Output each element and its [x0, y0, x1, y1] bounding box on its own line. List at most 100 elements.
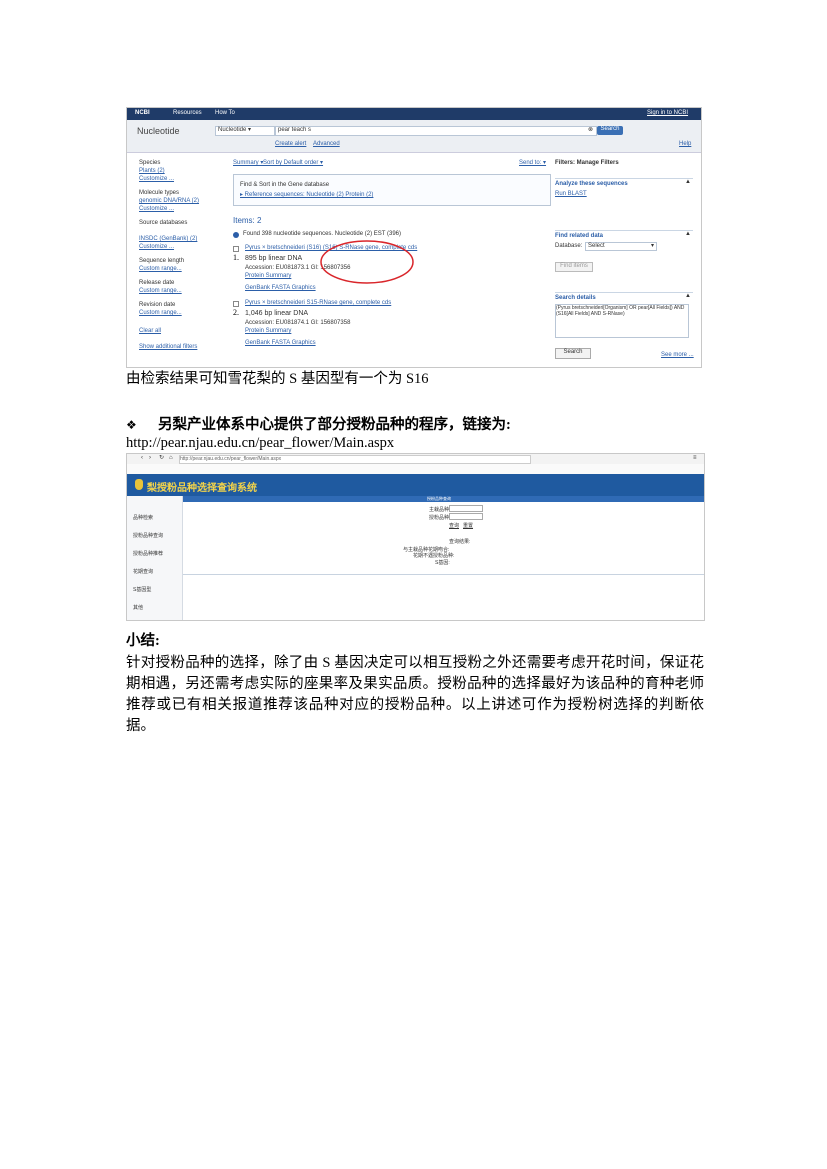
- nav-item-1[interactable]: 品种检索: [133, 514, 153, 521]
- genomic-filter[interactable]: genomic DNA/RNA (2): [139, 198, 199, 205]
- revision-date-heading: Revision date: [139, 302, 176, 308]
- ncbi-top-bar: NCBI Resources How To Sign in to NCBI: [127, 108, 701, 120]
- items-count: Items: 2: [233, 216, 262, 225]
- search-input-value: pear teach s: [278, 127, 312, 133]
- analyze-toggle-icon[interactable]: ▲: [685, 179, 691, 186]
- home-icon[interactable]: ⌂: [169, 455, 173, 462]
- seq-length-heading: Sequence length: [139, 258, 185, 264]
- sort-menu[interactable]: Sort by Default order ▾: [263, 160, 323, 167]
- create-alert-link[interactable]: Create alert: [275, 141, 306, 148]
- custom-range-length[interactable]: Custom range...: [139, 266, 182, 273]
- result2-checkbox[interactable]: [233, 301, 239, 307]
- database-select[interactable]: Select ▾: [585, 242, 657, 251]
- signin-link[interactable]: Sign in to NCBI: [647, 110, 688, 117]
- gene-box: Find & Sort in the Gene database ▸ Refer…: [233, 174, 551, 206]
- search-button-label: Search: [600, 126, 620, 132]
- query-button[interactable]: 查询: [449, 522, 459, 529]
- site-banner: 梨授粉品种选择查询系统: [127, 474, 704, 496]
- search-details-toggle-icon[interactable]: ▲: [685, 293, 691, 300]
- result2-links[interactable]: GenBank FASTA Graphics: [245, 340, 316, 347]
- db-select[interactable]: Nucleotide ▾: [215, 126, 275, 136]
- pear-url-link[interactable]: http://pear.njau.edu.cn/pear_flower/Main…: [126, 433, 394, 454]
- customize-species[interactable]: Customize ...: [139, 176, 174, 183]
- pear-logo-icon: [135, 479, 143, 490]
- custom-range-revision[interactable]: Custom range...: [139, 310, 182, 317]
- resources-menu[interactable]: Resources: [173, 110, 202, 117]
- filters-heading[interactable]: Filters: Manage Filters: [555, 160, 619, 167]
- content-divider: [183, 574, 704, 575]
- site-title: 梨授粉品种选择查询系统: [147, 483, 257, 494]
- result-label: 查询结果:: [449, 539, 471, 545]
- ncbi-logo[interactable]: NCBI: [135, 110, 150, 117]
- result1-links2[interactable]: Protein Summary: [245, 273, 291, 280]
- address-bar[interactable]: http://pear.njau.edu.cn/pear_flower/Main…: [179, 455, 531, 464]
- result2-title[interactable]: Pyrus × bretschneideri S15-RNase gene, c…: [245, 300, 391, 307]
- find-items-button[interactable]: Find items: [555, 262, 593, 272]
- see-more-link[interactable]: See more ...: [661, 352, 694, 359]
- diamond-bullet-icon: ❖: [126, 418, 137, 432]
- database-label: Database:: [555, 243, 583, 249]
- search-details-heading: Search details: [555, 292, 693, 302]
- release-date-heading: Release date: [139, 280, 175, 286]
- result2-length: 1,046 bp linear DNA: [245, 310, 309, 317]
- info-icon: [233, 232, 239, 238]
- database-select-label: Select: [588, 243, 605, 249]
- moltypes-heading: Molecule types: [139, 190, 180, 196]
- menu-icon[interactable]: ≡: [693, 455, 697, 462]
- species-heading: Species: [139, 160, 161, 166]
- gene-sub[interactable]: ▸ Reference sequences: Nucleotide (2) Pr…: [240, 192, 373, 199]
- field1-select[interactable]: [449, 505, 483, 512]
- customize-moltypes[interactable]: Customize ...: [139, 206, 174, 213]
- summary-text: 针对授粉品种的选择，除了由 S 基因决定可以相互授粉之外还需要考虑开花时间，保证…: [126, 655, 704, 734]
- result1-links[interactable]: GenBank FASTA Graphics: [245, 285, 316, 292]
- found-line: Found 398 nucleotide sequences. Nucleoti…: [243, 231, 401, 237]
- field2-select[interactable]: [449, 513, 483, 520]
- help-link[interactable]: Help: [679, 141, 691, 148]
- find-related-heading: Find related data: [555, 230, 693, 240]
- results-area: Summary ▾ Sort by Default order ▾ Send t…: [233, 160, 551, 360]
- refresh-icon[interactable]: ↻: [159, 455, 164, 462]
- advanced-link[interactable]: Advanced: [313, 141, 340, 148]
- search-area: Nucleotide Nucleotide ▾ pear teach s ⊗ Se…: [127, 120, 701, 153]
- find-related-toggle-icon[interactable]: ▲: [685, 231, 691, 238]
- nav-item-3[interactable]: 授粉品种推荐: [133, 550, 163, 557]
- reset-button[interactable]: 重置: [463, 522, 473, 529]
- field1-label: 主栽品种:: [429, 507, 451, 513]
- show-filters-link[interactable]: Show additional filters: [139, 344, 197, 351]
- result-line-3: S基因:: [435, 560, 450, 566]
- clear-icon[interactable]: ⊗: [588, 127, 593, 134]
- address-bar-value: http://pear.njau.edu.cn/pear_flower/Main…: [180, 456, 282, 462]
- howto-menu[interactable]: How To: [215, 110, 235, 117]
- search-details-text: (Pyrus bretschneideri[Organism] OR pear[…: [555, 304, 689, 338]
- result2-num: 2.: [233, 308, 239, 317]
- send-to-menu[interactable]: Send to: ▾: [519, 160, 546, 167]
- nav-item-4[interactable]: 花期查询: [133, 568, 153, 575]
- forward-icon[interactable]: ›: [149, 455, 151, 462]
- nav-item-5[interactable]: S基因型: [133, 586, 151, 593]
- left-nav: 品种检索 授粉品种查询 授粉品种推荐 花期查询 S基因型 其他: [127, 496, 183, 620]
- back-icon[interactable]: ‹: [141, 455, 143, 462]
- search-input[interactable]: pear teach s ⊗: [275, 126, 597, 136]
- summary-menu[interactable]: Summary ▾: [233, 160, 263, 167]
- summary-title: 小结:: [126, 633, 160, 649]
- pear-screenshot: ‹ › ↻ ⌂ http://pear.njau.edu.cn/pear_flo…: [126, 453, 705, 621]
- details-search-button[interactable]: Search: [555, 348, 591, 359]
- search-button[interactable]: Search: [597, 126, 623, 135]
- details-search-label: Search: [563, 349, 583, 355]
- result1-length: 895 bp linear DNA: [245, 255, 303, 262]
- nav-item-6[interactable]: 其他: [133, 604, 143, 611]
- field2-label: 授粉品种:: [429, 515, 451, 521]
- nav-item-2[interactable]: 授粉品种查询: [133, 532, 163, 539]
- plants-filter[interactable]: Plants (2): [139, 168, 165, 175]
- run-blast-link[interactable]: Run BLAST: [555, 191, 587, 198]
- result1-checkbox[interactable]: [233, 246, 239, 252]
- clear-all-link[interactable]: Clear all: [139, 328, 161, 335]
- insdc-filter[interactable]: INSDC (GenBank) (2): [139, 236, 197, 243]
- custom-range-release[interactable]: Custom range...: [139, 288, 182, 295]
- form-title-bar: 授粉品种查询: [183, 496, 704, 502]
- customize-source[interactable]: Customize ...: [139, 244, 174, 251]
- result2-links2[interactable]: Protein Summary: [245, 328, 291, 335]
- result-line-2: 花期不遇授粉品种:: [413, 553, 455, 559]
- heading-text: 另梨产业体系中心提供了部分授粉品种的程序，链接为:: [158, 417, 511, 433]
- source-db-heading: Source databases: [139, 220, 188, 226]
